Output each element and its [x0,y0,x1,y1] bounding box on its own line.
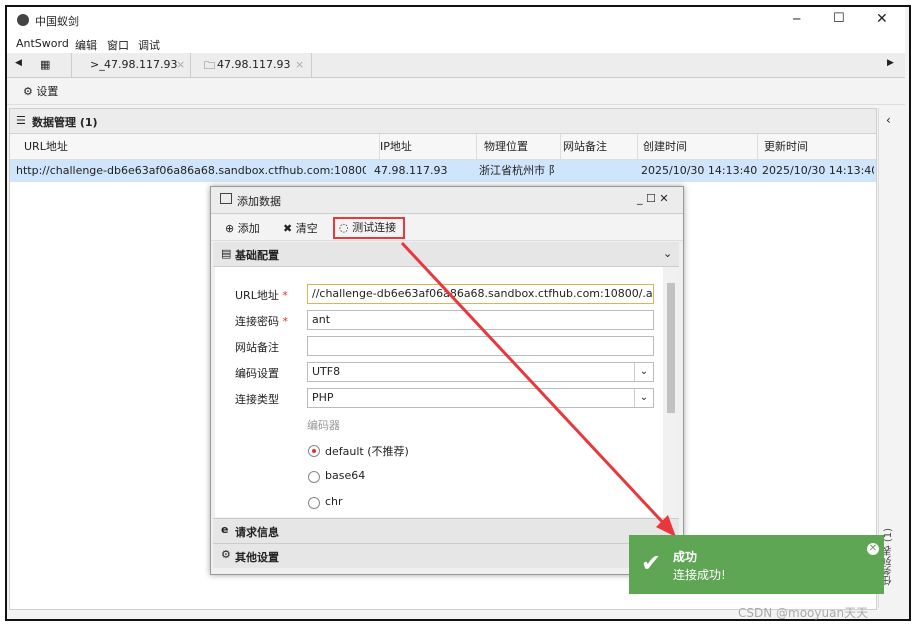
toast-title: 成功 [673,550,698,564]
watermark: CSDN @mooyuan天天 [738,606,869,620]
check-icon: ✔ [641,549,662,577]
success-toast: ✔ 成功 连接成功! ✕ [629,535,884,594]
annotation-arrow [400,241,676,537]
toast-message: 连接成功! [673,568,726,582]
toast-close-icon[interactable]: ✕ [867,543,879,555]
